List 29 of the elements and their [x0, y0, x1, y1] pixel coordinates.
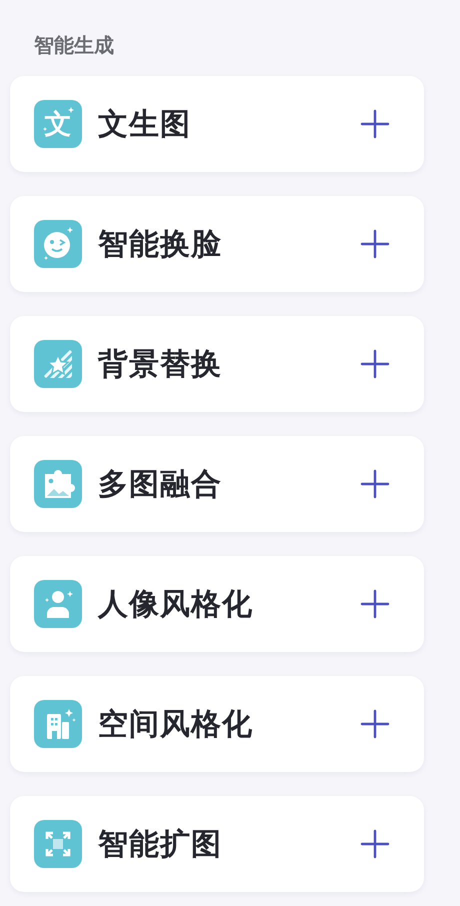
- add-icon[interactable]: [360, 829, 390, 859]
- add-icon[interactable]: [360, 709, 390, 739]
- feature-label: 智能换脸: [98, 226, 223, 264]
- character-icon: 文: [34, 100, 82, 148]
- feature-card[interactable]: 智能扩图: [10, 796, 424, 892]
- feature-card[interactable]: 多图融合: [10, 436, 424, 532]
- feature-label: 智能扩图: [98, 826, 223, 864]
- feature-card[interactable]: 智能换脸: [10, 196, 424, 292]
- feature-label: 文生图: [98, 106, 192, 144]
- feature-card[interactable]: 文 文生图: [10, 76, 424, 172]
- feature-label: 多图融合: [98, 466, 223, 504]
- person-icon: [34, 580, 82, 628]
- expand-icon: [34, 820, 82, 868]
- add-icon[interactable]: [360, 229, 390, 259]
- background-icon: [34, 340, 82, 388]
- feature-label: 背景替换: [98, 346, 223, 384]
- add-icon[interactable]: [360, 589, 390, 619]
- building-icon: [34, 700, 82, 748]
- add-icon[interactable]: [360, 349, 390, 379]
- add-icon[interactable]: [360, 109, 390, 139]
- puzzle-icon: [34, 460, 82, 508]
- section-title: 智能生成: [34, 32, 115, 59]
- add-icon[interactable]: [360, 469, 390, 499]
- feature-card[interactable]: 背景替换: [10, 316, 424, 412]
- face-icon: [34, 220, 82, 268]
- feature-card[interactable]: 人像风格化: [10, 556, 424, 652]
- feature-label: 人像风格化: [98, 586, 254, 624]
- feature-label: 空间风格化: [98, 706, 254, 744]
- feature-card[interactable]: 空间风格化: [10, 676, 424, 772]
